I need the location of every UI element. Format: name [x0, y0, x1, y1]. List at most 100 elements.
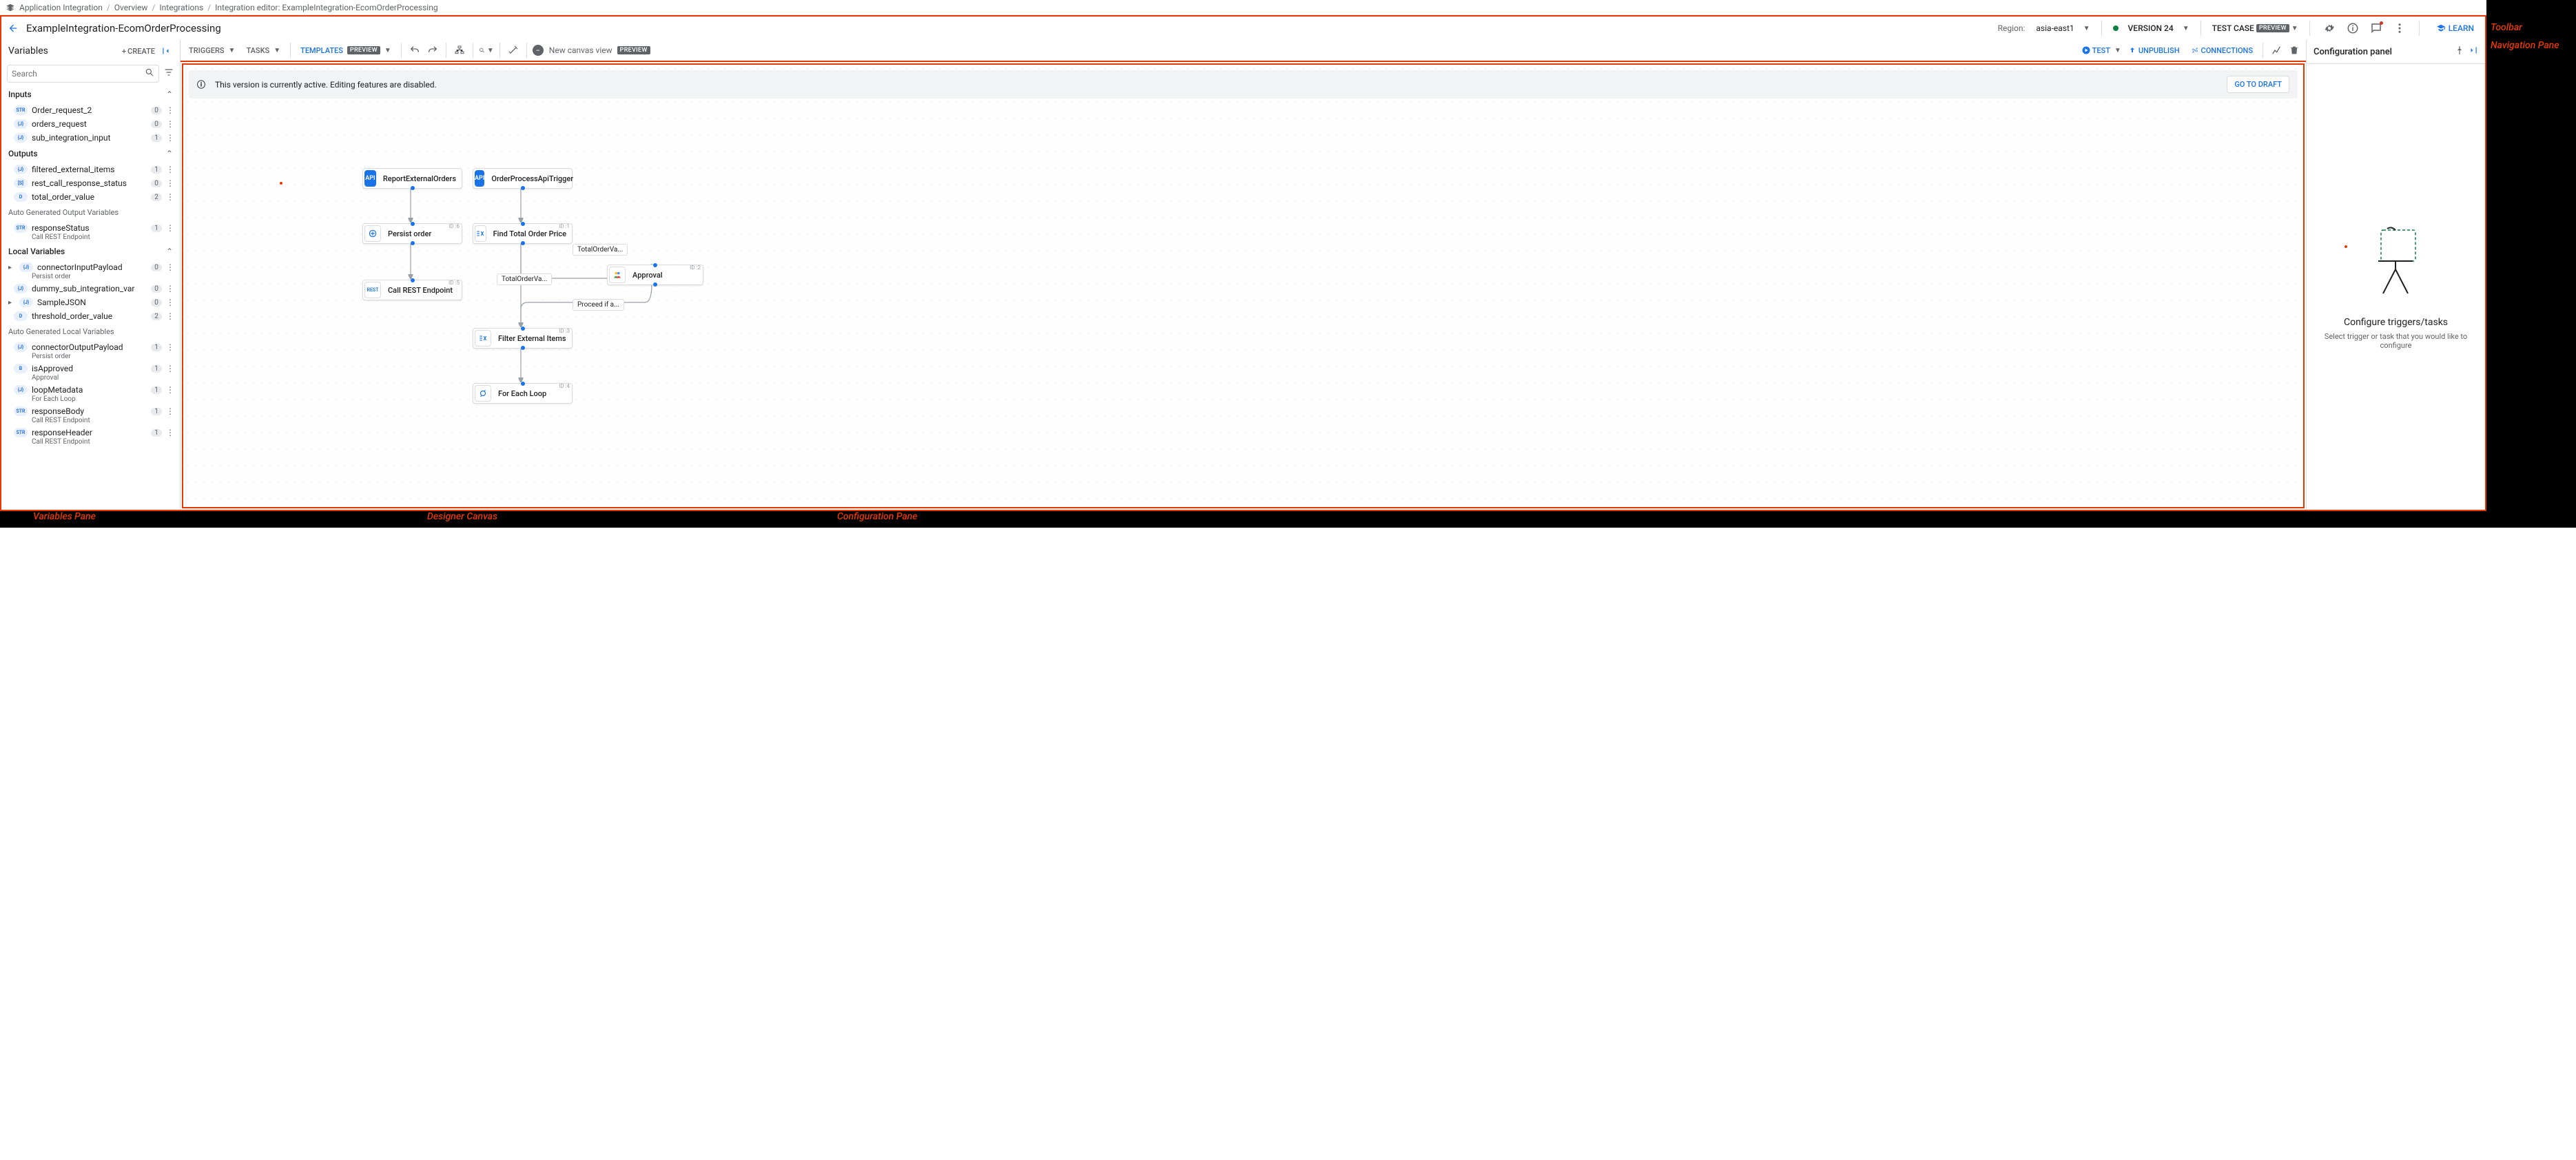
usage-count: 1: [151, 134, 162, 142]
app-logo-icon: [6, 3, 15, 12]
type-badge: STR: [14, 105, 28, 115]
canvas-view-label: New canvas view: [549, 45, 612, 55]
redo-icon[interactable]: [425, 43, 440, 58]
annotation-dot: [2345, 245, 2347, 248]
zoom-icon[interactable]: ▼: [479, 43, 494, 58]
region-value[interactable]: asia-east1: [2036, 23, 2074, 33]
task-node[interactable]: ID :2Approval: [607, 265, 703, 285]
task-node[interactable]: ID :3Filter External Items: [473, 328, 573, 349]
more-icon[interactable]: ⋮: [166, 165, 174, 174]
inputs-section-header[interactable]: Inputs⌃: [1, 85, 180, 103]
variable-row[interactable]: {J}dummy_sub_integration_var0⋮: [1, 282, 180, 296]
variable-row[interactable]: BisApproved1⋮: [1, 362, 180, 375]
learn-button[interactable]: LEARN: [2431, 21, 2480, 36]
triggers-dropdown[interactable]: TRIGGERS ▼: [185, 44, 239, 57]
variable-row[interactable]: STROrder_request_20⋮: [1, 103, 180, 117]
chevron-up-icon: ⌃: [166, 149, 173, 158]
more-icon[interactable]: ⋮: [166, 284, 174, 293]
chevron-down-icon[interactable]: ▼: [2083, 25, 2090, 32]
variable-subtitle: Approval: [1, 374, 180, 382]
breadcrumb-item[interactable]: Overview: [114, 3, 148, 12]
breadcrumb-item[interactable]: Application Integration: [19, 3, 103, 12]
more-menu-icon[interactable]: [2391, 20, 2408, 37]
chevron-down-icon[interactable]: ▼: [2183, 25, 2189, 32]
local-section-header[interactable]: Local Variables⌃: [1, 242, 180, 260]
analytics-icon[interactable]: [2269, 43, 2284, 58]
filter-icon[interactable]: [163, 67, 174, 81]
editor-toolbar: TRIGGERS ▼ TASKS ▼ TEMPLATES PREVIEW ▼ ▼…: [181, 40, 2306, 62]
variable-row[interactable]: ▸{J}connectorInputPayload0⋮: [1, 260, 180, 274]
variable-row[interactable]: STRresponseStatus1⋮: [1, 221, 180, 235]
variable-row[interactable]: {J}sub_integration_input1⋮: [1, 131, 180, 145]
toggle-off-icon[interactable]: −: [533, 45, 544, 56]
annotation-label: Configuration Pane: [837, 511, 918, 522]
more-icon[interactable]: ⋮: [166, 133, 174, 143]
settings-icon[interactable]: [2321, 20, 2338, 37]
task-node[interactable]: ID :6Persist order: [362, 223, 462, 244]
search-input[interactable]: [7, 65, 159, 83]
variable-row[interactable]: Dthreshold_order_value2⋮: [1, 309, 180, 323]
collapse-pane-icon[interactable]: [159, 44, 173, 58]
more-icon[interactable]: ⋮: [166, 364, 174, 373]
usage-count: 1: [151, 344, 162, 351]
back-arrow-icon[interactable]: [7, 22, 19, 34]
trigger-node[interactable]: APIReportExternalOrders: [362, 168, 462, 189]
testcase-button[interactable]: TEST CASE PREVIEW ▼: [2212, 23, 2298, 33]
more-icon[interactable]: ⋮: [166, 223, 174, 233]
preview-badge: PREVIEW: [2256, 24, 2289, 32]
api-badge-icon: API: [364, 170, 376, 187]
more-icon[interactable]: ⋮: [166, 178, 174, 188]
designer-canvas[interactable]: ⓘ This version is currently active. Edit…: [182, 63, 2305, 508]
variable-row[interactable]: Dtotal_order_value2⋮: [1, 190, 180, 204]
undo-icon[interactable]: [407, 43, 422, 58]
edge-condition-label[interactable]: TotalOrderVa...: [497, 273, 552, 285]
variable-row[interactable]: ▸{J}SampleJSON0⋮: [1, 296, 180, 309]
config-empty-heading: Configure triggers/tasks: [2344, 317, 2448, 328]
variable-row[interactable]: {J}orders_request0⋮: [1, 117, 180, 131]
variable-row[interactable]: {J}connectorOutputPayload1⋮: [1, 340, 180, 354]
breadcrumb-item[interactable]: Integrations: [159, 3, 203, 12]
more-icon[interactable]: ⋮: [166, 298, 174, 307]
outputs-section-header[interactable]: Outputs⌃: [1, 145, 180, 163]
more-icon[interactable]: ⋮: [166, 119, 174, 129]
more-icon[interactable]: ⋮: [166, 342, 174, 352]
delete-icon[interactable]: [2287, 43, 2302, 58]
task-node[interactable]: ID :1Find Total Order Price: [473, 223, 573, 244]
more-icon[interactable]: ⋮: [166, 262, 174, 272]
variable-row[interactable]: {J}loopMetadata1⋮: [1, 383, 180, 397]
variable-row[interactable]: [S]rest_call_response_status0⋮: [1, 176, 180, 190]
connections-button[interactable]: CONNECTIONS: [2187, 44, 2257, 57]
variable-row[interactable]: {J}filtered_external_items1⋮: [1, 163, 180, 176]
more-icon[interactable]: ⋮: [166, 428, 174, 437]
more-icon[interactable]: ⋮: [166, 192, 174, 202]
pin-icon[interactable]: [2455, 45, 2464, 58]
annotation-sidebar: Toolbar Navigation Pane: [2486, 0, 2576, 528]
task-node[interactable]: ID :4For Each Loop: [473, 383, 573, 404]
go-to-draft-button[interactable]: GO TO DRAFT: [2227, 76, 2289, 93]
more-icon[interactable]: ⋮: [166, 385, 174, 395]
feedback-icon[interactable]: [2368, 20, 2384, 37]
configuration-pane: Configuration panel Configure triggers/t…: [2306, 40, 2485, 510]
expand-icon[interactable]: ▸: [8, 299, 15, 307]
trigger-node[interactable]: APIOrderProcessApiTrigger: [473, 168, 573, 189]
create-variable-button[interactable]: + CREATE: [122, 47, 155, 56]
more-icon[interactable]: ⋮: [166, 105, 174, 115]
wand-icon[interactable]: [506, 43, 521, 58]
edge-condition-label[interactable]: TotalOrderVa...: [573, 244, 628, 256]
test-button[interactable]: TEST ▼: [2082, 46, 2121, 55]
info-icon: ⓘ: [197, 79, 205, 90]
expand-icon[interactable]: ▸: [8, 264, 15, 271]
unpublish-button[interactable]: UNPUBLISH: [2124, 44, 2184, 57]
task-node[interactable]: ID :5RESTCall REST Endpoint: [362, 280, 462, 300]
autolayout-icon[interactable]: [452, 43, 467, 58]
edge-condition-label[interactable]: Proceed if a...: [573, 299, 624, 311]
more-icon[interactable]: ⋮: [166, 406, 174, 416]
more-icon[interactable]: ⋮: [166, 311, 174, 321]
tasks-dropdown[interactable]: TASKS ▼: [242, 44, 285, 57]
variable-row[interactable]: STRresponseHeader1⋮: [1, 426, 180, 439]
variable-row[interactable]: STRresponseBody1⋮: [1, 404, 180, 418]
expand-pane-icon[interactable]: [2469, 45, 2478, 58]
info-icon[interactable]: [2345, 20, 2361, 37]
version-selector[interactable]: VERSION 24: [2128, 23, 2174, 33]
templates-dropdown[interactable]: TEMPLATES PREVIEW ▼: [296, 44, 395, 57]
